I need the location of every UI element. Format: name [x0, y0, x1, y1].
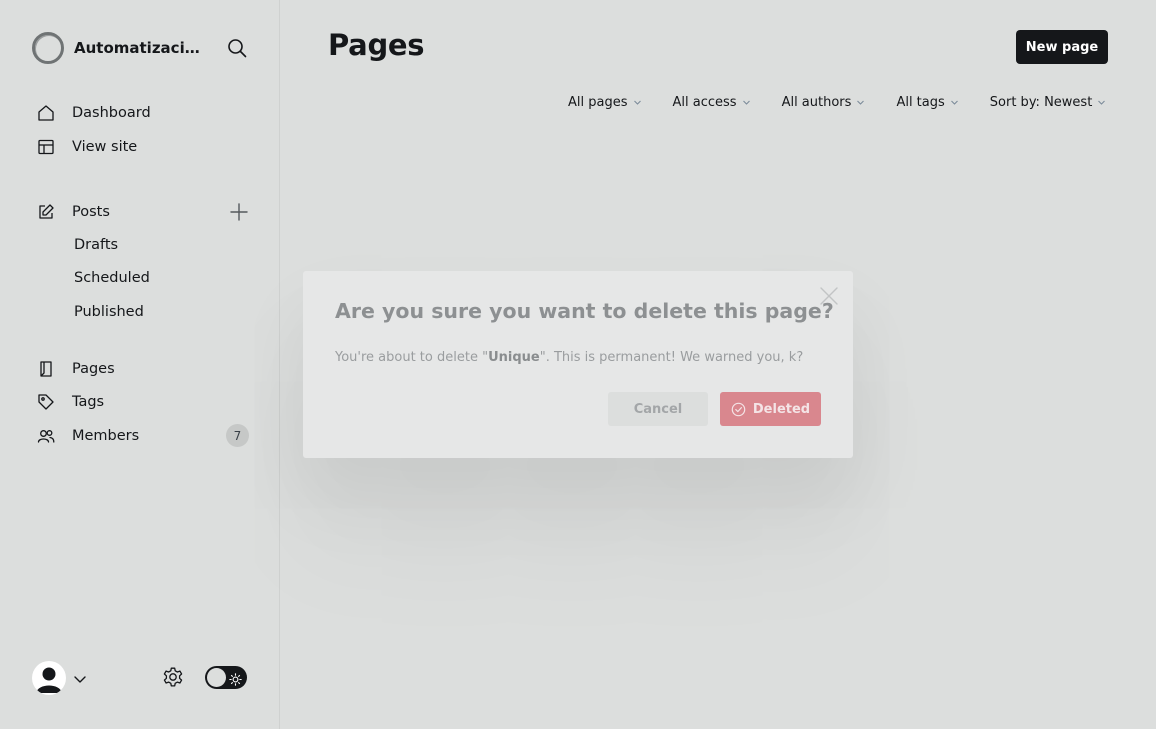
page-name: Unique — [488, 350, 540, 365]
delete-button-label: Deleted — [752, 401, 811, 417]
modal-title: Are you sure you want to delete this pag… — [335, 299, 834, 323]
delete-page-modal: Are you sure you want to delete this pag… — [303, 271, 853, 458]
check-circle-icon — [731, 402, 746, 416]
message-suffix: ". This is permanent! We warned you, k? — [539, 350, 804, 365]
delete-confirm-button[interactable]: Deleted — [720, 392, 821, 426]
cancel-button[interactable]: Cancel — [608, 392, 708, 426]
modal-message: You're about to delete "Unique". This is… — [335, 350, 803, 365]
app: Automatizacion... Dashboard View site Po… — [0, 0, 1156, 729]
message-prefix: You're about to delete " — [335, 350, 489, 365]
